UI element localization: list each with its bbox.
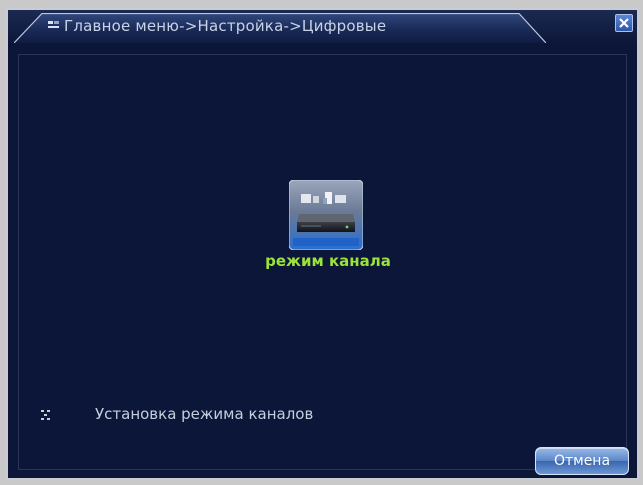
close-button[interactable] xyxy=(615,14,633,32)
status-text: Установка режима каналов xyxy=(95,405,314,423)
channel-mode-label: режим канала xyxy=(265,252,391,270)
channel-mode-tile[interactable]: режим канала xyxy=(265,180,391,280)
channel-mode-icon xyxy=(289,180,363,250)
settings-window: Главное меню->Настройка->Цифровые режим … xyxy=(6,8,639,480)
close-icon xyxy=(619,18,629,28)
title-bar: Главное меню->Настройка->Цифровые xyxy=(8,10,637,44)
cancel-button[interactable]: Отмена xyxy=(535,447,629,475)
content-panel: режим канала Установка режима каналов xyxy=(18,54,627,470)
menu-icon xyxy=(48,21,59,28)
drag-handle-icon xyxy=(41,410,50,420)
window-title: Главное меню->Настройка->Цифровые xyxy=(64,17,387,35)
